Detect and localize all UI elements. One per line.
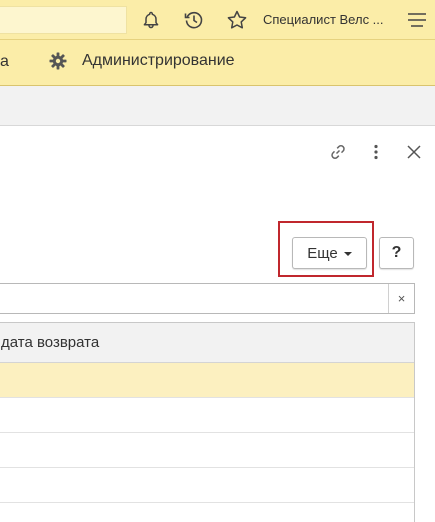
section-panel: а Администрирование — [0, 40, 435, 86]
section-item-partial[interactable]: а — [0, 53, 9, 71]
clear-search-button[interactable]: × — [388, 284, 414, 313]
administration-label: Администрирование — [82, 52, 235, 69]
bell-icon[interactable] — [139, 8, 163, 32]
table-row[interactable] — [0, 433, 414, 468]
menu-icon[interactable] — [405, 8, 429, 32]
data-table: дата возврата — [0, 322, 415, 522]
search-input[interactable]: × — [0, 283, 415, 314]
column-header-return-date[interactable]: дата возврата — [0, 323, 414, 363]
link-icon[interactable] — [327, 141, 349, 163]
table-row[interactable] — [0, 468, 414, 503]
open-windows-bar — [0, 86, 435, 126]
global-search-input[interactable] — [0, 6, 127, 34]
help-button[interactable]: ? — [379, 237, 414, 269]
chevron-down-icon — [343, 252, 352, 256]
top-bar: Специалист Велс ... — [0, 0, 435, 40]
table-row[interactable] — [0, 363, 414, 398]
gear-icon — [48, 51, 68, 71]
history-icon[interactable] — [182, 8, 206, 32]
close-icon[interactable] — [403, 141, 425, 163]
more-button-label: Еще — [307, 244, 338, 262]
more-vertical-icon[interactable] — [365, 141, 387, 163]
table-row[interactable] — [0, 398, 414, 433]
user-name[interactable]: Специалист Велс ... — [263, 12, 384, 27]
more-button[interactable]: Еще — [292, 237, 367, 269]
star-icon[interactable] — [225, 8, 249, 32]
section-item-administration[interactable]: Администрирование — [48, 51, 235, 71]
